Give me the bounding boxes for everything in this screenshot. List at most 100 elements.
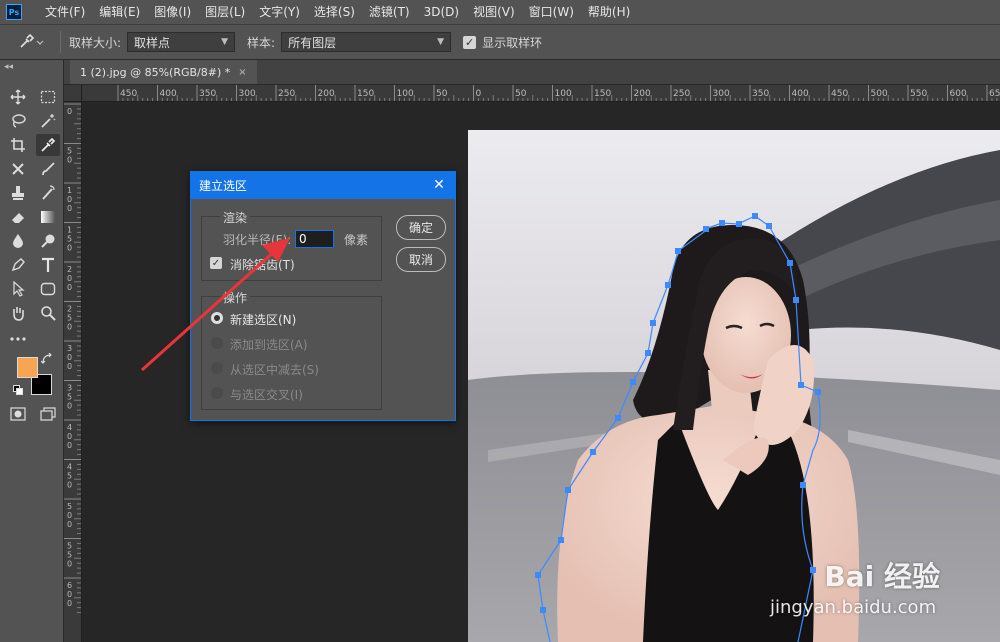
hand-tool-icon[interactable] xyxy=(6,302,30,324)
options-bar: 取样大小: 取样点 ▼ 样本: 所有图层 ▼ ✓ 显示取样环 xyxy=(0,24,1000,60)
path-selection-tool-icon[interactable] xyxy=(6,278,30,300)
foreground-color-swatch[interactable] xyxy=(17,357,38,378)
menu-layer[interactable]: 图层(L) xyxy=(198,0,252,24)
ruler-origin[interactable] xyxy=(64,85,82,102)
ruler-label: 0 xyxy=(67,156,72,165)
sample-select[interactable]: 所有图层 ▼ xyxy=(281,32,452,52)
close-icon[interactable]: × xyxy=(238,67,246,78)
ruler-label: 350 xyxy=(752,89,769,99)
quick-mask-icon[interactable] xyxy=(6,403,30,425)
ruler-label: 150 xyxy=(357,89,374,99)
lasso-tool-icon[interactable] xyxy=(6,110,30,132)
menu-help[interactable]: 帮助(H) xyxy=(581,0,637,24)
feather-radius-input[interactable]: 0 xyxy=(295,230,334,248)
anti-alias-label: 消除锯齿(T) xyxy=(230,258,295,272)
ruler-label: 5 xyxy=(67,542,72,551)
ruler-label: 0 xyxy=(67,362,72,371)
menu-filter[interactable]: 滤镜(T) xyxy=(362,0,417,24)
intersect-selection-label: 与选区交叉(I) xyxy=(230,388,303,402)
ruler-label: 4 xyxy=(67,463,72,472)
dialog-title: 建立选区 xyxy=(199,179,248,193)
ruler-label: 5 xyxy=(67,235,72,244)
healing-brush-tool-icon[interactable] xyxy=(6,158,30,180)
zoom-tool-icon[interactable] xyxy=(36,302,60,324)
default-colors-icon[interactable] xyxy=(12,384,24,396)
subtract-from-selection-radio[interactable] xyxy=(211,362,223,374)
vertical-ruler[interactable]: 050100150200250300350400450500550600 xyxy=(64,102,82,642)
ok-button[interactable]: 确定 xyxy=(396,215,446,240)
menu-select[interactable]: 选择(S) xyxy=(307,0,362,24)
intersect-selection-radio[interactable] xyxy=(211,387,223,399)
sample-value: 所有图层 xyxy=(288,35,337,50)
eyedropper-icon xyxy=(20,34,44,48)
history-brush-tool-icon[interactable] xyxy=(36,182,60,204)
add-to-selection-radio[interactable] xyxy=(211,337,223,349)
show-ring-label: 显示取样环 xyxy=(482,35,543,50)
new-selection-label: 新建选区(N) xyxy=(230,313,297,327)
ruler-label: 150 xyxy=(594,89,611,99)
anti-alias-checkbox[interactable]: ✓ xyxy=(210,257,222,269)
ruler-label: 0 xyxy=(67,244,72,253)
ruler-label: 0 xyxy=(67,353,72,362)
ruler-label: 250 xyxy=(673,89,690,99)
close-icon[interactable]: ✕ xyxy=(431,177,447,193)
ruler-label: 5 xyxy=(67,472,72,481)
dodge-tool-icon[interactable] xyxy=(36,230,60,252)
menu-edit[interactable]: 编辑(E) xyxy=(92,0,147,24)
menu-type[interactable]: 文字(Y) xyxy=(252,0,307,24)
rectangle-tool-icon[interactable] xyxy=(36,278,60,300)
baidu-watermark-url: jingyan.baidu.com xyxy=(770,597,937,618)
menu-file[interactable]: 文件(F) xyxy=(38,0,92,24)
cancel-button[interactable]: 取消 xyxy=(396,247,446,272)
ruler-label: 0 xyxy=(67,274,72,283)
blur-tool-icon[interactable] xyxy=(6,230,30,252)
dialog-title-bar[interactable]: 建立选区 ✕ xyxy=(191,172,455,199)
marquee-tool-icon[interactable] xyxy=(36,86,60,108)
ruler-label: 0 xyxy=(67,107,72,116)
pen-tool-icon[interactable] xyxy=(6,254,30,276)
menu-window[interactable]: 窗口(W) xyxy=(522,0,581,24)
baidu-watermark-logo: Bai 经验 xyxy=(824,560,940,593)
ruler-label: 500 xyxy=(871,89,888,99)
eyedropper-tool-icon[interactable] xyxy=(36,134,60,156)
new-selection-radio[interactable] xyxy=(211,312,223,324)
ruler-label: 1 xyxy=(67,226,72,235)
tool-preset-picker[interactable] xyxy=(10,30,52,54)
move-tool-icon[interactable] xyxy=(6,86,30,108)
ruler-label: 5 xyxy=(67,393,72,402)
ruler-label: 3 xyxy=(67,344,72,353)
ruler-label: 50 xyxy=(515,89,527,99)
ruler-label: 100 xyxy=(397,89,414,99)
ruler-label: 0 xyxy=(67,204,72,213)
add-to-selection-label: 添加到选区(A) xyxy=(230,338,308,352)
ruler-label: 5 xyxy=(67,502,72,511)
ruler-label: 0 xyxy=(67,432,72,441)
screen-mode-icon[interactable] xyxy=(36,403,60,425)
ruler-label: 350 xyxy=(199,89,216,99)
ruler-label: 400 xyxy=(160,89,177,99)
gradient-tool-icon[interactable] xyxy=(36,206,60,228)
ruler-label: 0 xyxy=(67,402,72,411)
ruler-label: 600 xyxy=(950,89,967,99)
type-tool-icon[interactable] xyxy=(36,254,60,276)
menu-view[interactable]: 视图(V) xyxy=(466,0,522,24)
clone-stamp-tool-icon[interactable] xyxy=(6,182,30,204)
collapse-arrows-icon[interactable]: ◂◂ xyxy=(4,62,13,72)
menu-bar: Ps 文件(F) 编辑(E) 图像(I) 图层(L) 文字(Y) 选择(S) 滤… xyxy=(0,0,1000,24)
show-ring-checkbox[interactable]: ✓ xyxy=(463,35,477,49)
more-tools-icon[interactable] xyxy=(6,328,30,350)
sample-size-select[interactable]: 取样点 ▼ xyxy=(127,32,236,52)
document-tab-bar: 1 (2).jpg @ 85%(RGB/8#) * × xyxy=(64,60,1000,84)
ruler-label: 450 xyxy=(120,89,137,99)
ruler-label: 0 xyxy=(67,481,72,490)
crop-tool-icon[interactable] xyxy=(6,134,30,156)
document-tab[interactable]: 1 (2).jpg @ 85%(RGB/8#) * × xyxy=(70,60,257,84)
eraser-tool-icon[interactable] xyxy=(6,206,30,228)
horizontal-ruler[interactable]: 450 400 350 300 250 200 150 100 50 0 50 100 150 200 25… xyxy=(82,85,1000,102)
swap-colors-icon[interactable] xyxy=(40,352,54,366)
ruler-label: 5 xyxy=(67,551,72,560)
brush-tool-icon[interactable] xyxy=(36,158,60,180)
magic-wand-tool-icon[interactable] xyxy=(36,110,60,132)
menu-3d[interactable]: 3D(D) xyxy=(417,0,466,24)
menu-image[interactable]: 图像(I) xyxy=(147,0,198,24)
